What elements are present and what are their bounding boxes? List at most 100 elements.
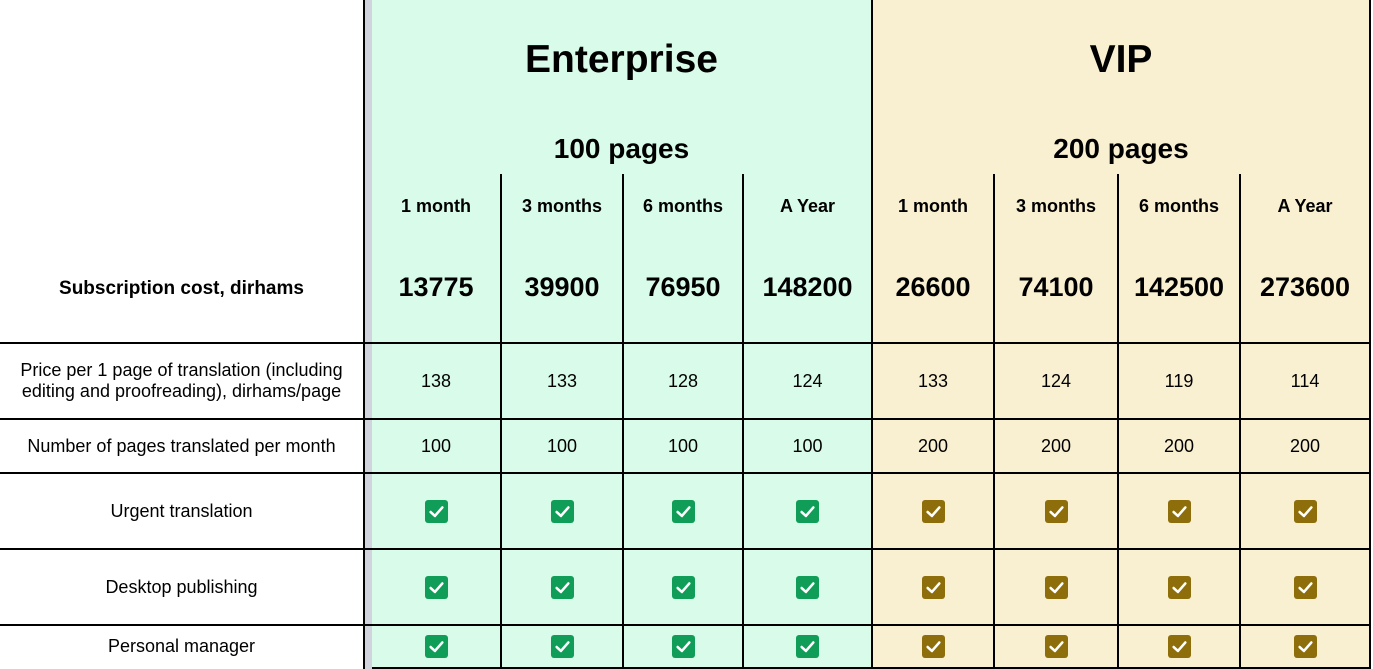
cost-value: 13775	[398, 272, 474, 302]
pages-value: 200	[1040, 435, 1072, 456]
row-divider	[0, 472, 1371, 474]
plan-vip: VIP 200 pages 1 month 26600 133 200 3 mo…	[871, 0, 1371, 669]
desktop-publishing-check	[372, 550, 500, 624]
checked-checkbox-icon	[671, 575, 695, 599]
desktop-publishing-check	[502, 550, 622, 624]
personal-manager-check	[744, 626, 871, 667]
row-label-price-per-page: Price per 1 page of translation (includi…	[20, 360, 343, 401]
checked-checkbox-icon	[921, 499, 945, 523]
cost-value: 39900	[524, 272, 600, 302]
plan-column: 1 month 26600 133 200	[873, 174, 993, 669]
plan-pages-label: 100 pages	[553, 133, 690, 164]
urgent-translation-check	[995, 474, 1117, 548]
urgent-translation-check	[1119, 474, 1239, 548]
cost-value: 273600	[1259, 272, 1351, 302]
checked-checkbox-icon	[671, 635, 695, 658]
plan-column: 1 month 13775 138 100	[372, 174, 500, 669]
period-label: 3 months	[1015, 196, 1096, 216]
desktop-publishing-check	[624, 550, 742, 624]
plan-column: A Year 148200 124 100	[742, 174, 871, 669]
checked-checkbox-icon	[1167, 635, 1191, 658]
row-divider	[0, 548, 1371, 550]
row-label-urgent-translation: Urgent translation	[110, 500, 253, 521]
checked-checkbox-icon	[796, 575, 819, 599]
cost-value: 74100	[1018, 272, 1094, 302]
plan-column: 3 months 74100 124 200	[993, 174, 1117, 669]
checked-checkbox-icon	[550, 635, 574, 658]
personal-manager-check	[502, 626, 622, 667]
pages-value: 200	[1289, 435, 1321, 456]
pages-value: 200	[1163, 435, 1195, 456]
period-label: 6 months	[1138, 196, 1219, 216]
personal-manager-check	[1119, 626, 1239, 667]
checked-checkbox-icon	[550, 499, 574, 523]
desktop-publishing-check	[1119, 550, 1239, 624]
urgent-translation-check	[624, 474, 742, 548]
price-value: 114	[1290, 370, 1320, 391]
row-label-pages-per-month: Number of pages translated per month	[27, 435, 336, 456]
pages-value: 100	[420, 435, 452, 456]
cost-value: 142500	[1133, 272, 1225, 302]
checked-checkbox-icon	[424, 499, 448, 523]
desktop-publishing-check	[744, 550, 871, 624]
checked-checkbox-icon	[1044, 499, 1068, 523]
plan-column: A Year 273600 114 200	[1239, 174, 1369, 669]
price-value: 138	[420, 370, 452, 391]
checked-checkbox-icon	[1293, 575, 1317, 599]
checked-checkbox-icon	[796, 635, 819, 658]
price-value: 128	[667, 370, 699, 391]
period-label: 3 months	[521, 196, 602, 216]
desktop-publishing-check	[1241, 550, 1369, 624]
personal-manager-check	[995, 626, 1117, 667]
price-value: 124	[1040, 370, 1072, 391]
checked-checkbox-icon	[424, 635, 448, 658]
checked-checkbox-icon	[1167, 575, 1191, 599]
row-label-desktop-publishing: Desktop publishing	[105, 576, 258, 597]
checked-checkbox-icon	[921, 575, 945, 599]
desktop-publishing-check	[873, 550, 993, 624]
urgent-translation-check	[873, 474, 993, 548]
row-label-column: Subscription cost, dirhams Price per 1 p…	[0, 0, 363, 669]
pages-value: 100	[667, 435, 699, 456]
checked-checkbox-icon	[1293, 499, 1317, 523]
pages-value: 200	[917, 435, 949, 456]
cost-value: 148200	[762, 272, 853, 302]
plan-enterprise: Enterprise 100 pages 1 month 13775 138 1…	[372, 0, 871, 669]
period-label: 1 month	[898, 196, 968, 216]
checked-checkbox-icon	[424, 575, 448, 599]
row-divider	[0, 342, 1371, 344]
plan-title: Enterprise	[525, 38, 718, 81]
pages-value: 100	[546, 435, 578, 456]
plan-column: 6 months 142500 119 200	[1117, 174, 1239, 669]
period-label: 6 months	[642, 196, 723, 216]
row-label-subscription-cost: Subscription cost, dirhams	[59, 277, 304, 299]
personal-manager-check	[1241, 626, 1369, 667]
cost-value: 26600	[895, 272, 971, 302]
urgent-translation-check	[744, 474, 871, 548]
pages-value: 100	[792, 435, 823, 456]
checked-checkbox-icon	[1044, 575, 1068, 599]
personal-manager-check	[372, 626, 500, 667]
personal-manager-check	[873, 626, 993, 667]
column-separator	[363, 0, 372, 669]
plan-title: VIP	[1089, 38, 1153, 81]
period-label: 1 month	[401, 196, 471, 216]
row-divider	[0, 418, 1371, 420]
checked-checkbox-icon	[671, 499, 695, 523]
checked-checkbox-icon	[550, 575, 574, 599]
checked-checkbox-icon	[796, 499, 819, 523]
desktop-publishing-check	[995, 550, 1117, 624]
personal-manager-check	[624, 626, 742, 667]
price-value: 133	[917, 370, 949, 391]
checked-checkbox-icon	[1167, 499, 1191, 523]
urgent-translation-check	[372, 474, 500, 548]
period-label: A Year	[1277, 196, 1333, 216]
plan-column: 3 months 39900 133 100	[500, 174, 622, 669]
urgent-translation-check	[502, 474, 622, 548]
plan-column: 6 months 76950 128 100	[622, 174, 742, 669]
row-divider	[0, 624, 1371, 626]
checked-checkbox-icon	[1293, 635, 1317, 658]
period-label: A Year	[779, 196, 836, 216]
urgent-translation-check	[1241, 474, 1369, 548]
checked-checkbox-icon	[1044, 635, 1068, 658]
